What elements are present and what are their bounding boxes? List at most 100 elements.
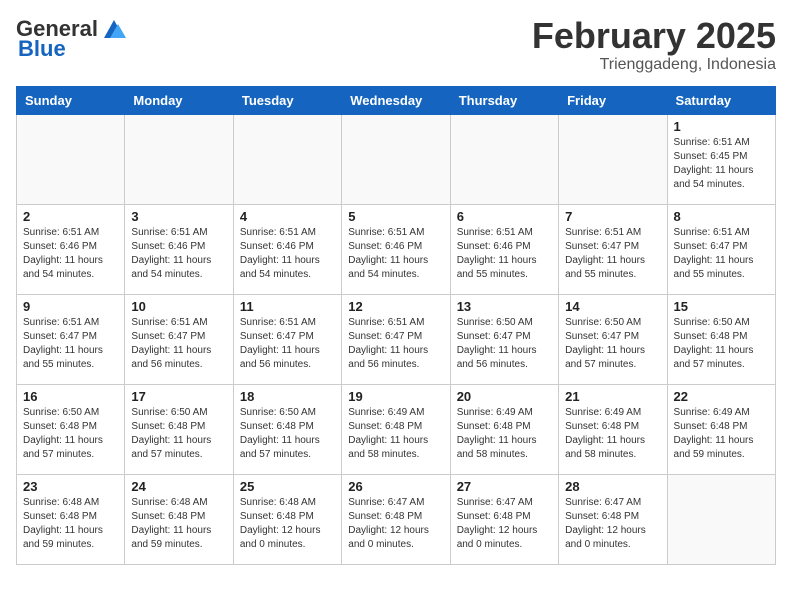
calendar-week-row: 9 Sunrise: 6:51 AM Sunset: 6:47 PM Daylig… — [17, 294, 776, 384]
calendar-cell — [450, 114, 558, 204]
weekday-header-tuesday: Tuesday — [233, 86, 341, 114]
calendar: SundayMondayTuesdayWednesdayThursdayFrid… — [16, 86, 776, 565]
location-title: Trienggadeng, Indonesia — [532, 56, 776, 74]
calendar-cell: 18Sunrise: 6:50 AM Sunset: 6:48 PM Dayli… — [233, 384, 341, 474]
day-number: 1 — [674, 119, 769, 134]
calendar-cell: 26 Sunrise: 6:47 AM Sunset: 6:48 PM Dayli… — [342, 474, 450, 564]
day-info: Sunrise: 6:47 AM Sunset: 6:48 PM Dayligh… — [565, 496, 660, 552]
day-info: Sunrise: 6:51 AM Sunset: 6:47 PM Dayligh… — [565, 226, 660, 282]
day-number: 15 — [674, 299, 769, 314]
calendar-cell: 15 Sunrise: 6:50 AM Sunset: 6:48 PM Dayli… — [667, 294, 775, 384]
day-info: Sunrise: 6:49 AM Sunset: 6:48 PM Dayligh… — [674, 406, 769, 462]
day-info: Sunrise: 6:49 AM Sunset: 6:48 PM Dayligh… — [348, 406, 443, 462]
day-info: Sunrise: 6:51 AM Sunset: 6:47 PM Dayligh… — [674, 226, 769, 282]
calendar-cell — [17, 114, 125, 204]
calendar-cell: 11 Sunrise: 6:51 AM Sunset: 6:47 PM Dayli… — [233, 294, 341, 384]
day-number: 26 — [348, 479, 443, 494]
title-area: February 2025 Trienggadeng, Indonesia — [532, 16, 776, 74]
day-number: 5 — [348, 209, 443, 224]
day-number: 13 — [457, 299, 552, 314]
day-number: 17 — [131, 389, 226, 404]
day-info: Sunrise: 6:51 AM Sunset: 6:47 PM Dayligh… — [23, 316, 118, 372]
calendar-cell — [233, 114, 341, 204]
day-number: 19 — [348, 389, 443, 404]
day-info: Sunrise: 6:51 AM Sunset: 6:46 PM Dayligh… — [457, 226, 552, 282]
day-info: Sunrise: 6:48 AM Sunset: 6:48 PM Dayligh… — [23, 496, 118, 552]
day-number: 24 — [131, 479, 226, 494]
day-number: 21 — [565, 389, 660, 404]
day-number: 4 — [240, 209, 335, 224]
day-number: 23 — [23, 479, 118, 494]
page-header: General Blue February 2025 Trienggadeng,… — [16, 16, 776, 74]
day-info: Sunrise: 6:50 AM Sunset: 6:48 PM Dayligh… — [240, 406, 335, 462]
calendar-cell: 28 Sunrise: 6:47 AM Sunset: 6:48 PM Dayli… — [559, 474, 667, 564]
day-info: Sunrise: 6:51 AM Sunset: 6:47 PM Dayligh… — [348, 316, 443, 372]
calendar-week-row: 23 Sunrise: 6:48 AM Sunset: 6:48 PM Dayli… — [17, 474, 776, 564]
calendar-cell: 6 Sunrise: 6:51 AM Sunset: 6:46 PM Daylig… — [450, 204, 558, 294]
calendar-cell: 4Sunrise: 6:51 AM Sunset: 6:46 PM Daylig… — [233, 204, 341, 294]
weekday-header-monday: Monday — [125, 86, 233, 114]
day-number: 9 — [23, 299, 118, 314]
calendar-cell: 20Sunrise: 6:49 AM Sunset: 6:48 PM Dayli… — [450, 384, 558, 474]
calendar-cell — [342, 114, 450, 204]
logo-icon — [100, 18, 128, 40]
calendar-cell: 12 Sunrise: 6:51 AM Sunset: 6:47 PM Dayli… — [342, 294, 450, 384]
logo-blue: Blue — [18, 36, 66, 62]
day-number: 10 — [131, 299, 226, 314]
calendar-cell: 2 Sunrise: 6:51 AM Sunset: 6:46 PM Daylig… — [17, 204, 125, 294]
day-info: Sunrise: 6:51 AM Sunset: 6:46 PM Dayligh… — [348, 226, 443, 282]
calendar-cell: 23 Sunrise: 6:48 AM Sunset: 6:48 PM Dayli… — [17, 474, 125, 564]
day-number: 27 — [457, 479, 552, 494]
calendar-cell: 10 Sunrise: 6:51 AM Sunset: 6:47 PM Dayli… — [125, 294, 233, 384]
day-info: Sunrise: 6:48 AM Sunset: 6:48 PM Dayligh… — [131, 496, 226, 552]
day-number: 25 — [240, 479, 335, 494]
calendar-cell: 13 Sunrise: 6:50 AM Sunset: 6:47 PM Dayli… — [450, 294, 558, 384]
day-info: Sunrise: 6:51 AM Sunset: 6:47 PM Dayligh… — [240, 316, 335, 372]
calendar-cell: 7 Sunrise: 6:51 AM Sunset: 6:47 PM Daylig… — [559, 204, 667, 294]
day-info: Sunrise: 6:51 AM Sunset: 6:46 PM Dayligh… — [23, 226, 118, 282]
calendar-cell: 19 Sunrise: 6:49 AM Sunset: 6:48 PM Dayli… — [342, 384, 450, 474]
day-info: Sunrise: 6:51 AM Sunset: 6:47 PM Dayligh… — [131, 316, 226, 372]
day-info: Sunrise: 6:47 AM Sunset: 6:48 PM Dayligh… — [457, 496, 552, 552]
day-number: 8 — [674, 209, 769, 224]
day-number: 2 — [23, 209, 118, 224]
calendar-cell: 24 Sunrise: 6:48 AM Sunset: 6:48 PM Dayli… — [125, 474, 233, 564]
day-number: 28 — [565, 479, 660, 494]
calendar-cell: 1 Sunrise: 6:51 AM Sunset: 6:45 PM Daylig… — [667, 114, 775, 204]
calendar-cell: 3Sunrise: 6:51 AM Sunset: 6:46 PM Daylig… — [125, 204, 233, 294]
day-number: 6 — [457, 209, 552, 224]
calendar-cell: 27 Sunrise: 6:47 AM Sunset: 6:48 PM Dayli… — [450, 474, 558, 564]
calendar-week-row: 16 Sunrise: 6:50 AM Sunset: 6:48 PM Dayli… — [17, 384, 776, 474]
calendar-cell: 16 Sunrise: 6:50 AM Sunset: 6:48 PM Dayli… — [17, 384, 125, 474]
day-info: Sunrise: 6:50 AM Sunset: 6:48 PM Dayligh… — [23, 406, 118, 462]
calendar-header-row: SundayMondayTuesdayWednesdayThursdayFrid… — [17, 86, 776, 114]
day-number: 14 — [565, 299, 660, 314]
weekday-header-wednesday: Wednesday — [342, 86, 450, 114]
day-number: 7 — [565, 209, 660, 224]
day-number: 16 — [23, 389, 118, 404]
calendar-cell: 25 Sunrise: 6:48 AM Sunset: 6:48 PM Dayli… — [233, 474, 341, 564]
day-number: 11 — [240, 299, 335, 314]
calendar-cell: 5 Sunrise: 6:51 AM Sunset: 6:46 PM Daylig… — [342, 204, 450, 294]
day-info: Sunrise: 6:50 AM Sunset: 6:48 PM Dayligh… — [674, 316, 769, 372]
calendar-cell: 22Sunrise: 6:49 AM Sunset: 6:48 PM Dayli… — [667, 384, 775, 474]
weekday-header-sunday: Sunday — [17, 86, 125, 114]
calendar-week-row: 2 Sunrise: 6:51 AM Sunset: 6:46 PM Daylig… — [17, 204, 776, 294]
day-info: Sunrise: 6:50 AM Sunset: 6:47 PM Dayligh… — [457, 316, 552, 372]
day-number: 12 — [348, 299, 443, 314]
calendar-cell — [125, 114, 233, 204]
calendar-cell: 14 Sunrise: 6:50 AM Sunset: 6:47 PM Dayli… — [559, 294, 667, 384]
weekday-header-friday: Friday — [559, 86, 667, 114]
weekday-header-thursday: Thursday — [450, 86, 558, 114]
calendar-cell: 9 Sunrise: 6:51 AM Sunset: 6:47 PM Daylig… — [17, 294, 125, 384]
day-info: Sunrise: 6:48 AM Sunset: 6:48 PM Dayligh… — [240, 496, 335, 552]
day-info: Sunrise: 6:51 AM Sunset: 6:46 PM Dayligh… — [131, 226, 226, 282]
day-info: Sunrise: 6:51 AM Sunset: 6:45 PM Dayligh… — [674, 136, 769, 192]
calendar-cell — [559, 114, 667, 204]
day-info: Sunrise: 6:47 AM Sunset: 6:48 PM Dayligh… — [348, 496, 443, 552]
calendar-cell: 21 Sunrise: 6:49 AM Sunset: 6:48 PM Dayli… — [559, 384, 667, 474]
calendar-week-row: 1 Sunrise: 6:51 AM Sunset: 6:45 PM Daylig… — [17, 114, 776, 204]
day-info: Sunrise: 6:50 AM Sunset: 6:47 PM Dayligh… — [565, 316, 660, 372]
day-info: Sunrise: 6:49 AM Sunset: 6:48 PM Dayligh… — [565, 406, 660, 462]
day-info: Sunrise: 6:50 AM Sunset: 6:48 PM Dayligh… — [131, 406, 226, 462]
